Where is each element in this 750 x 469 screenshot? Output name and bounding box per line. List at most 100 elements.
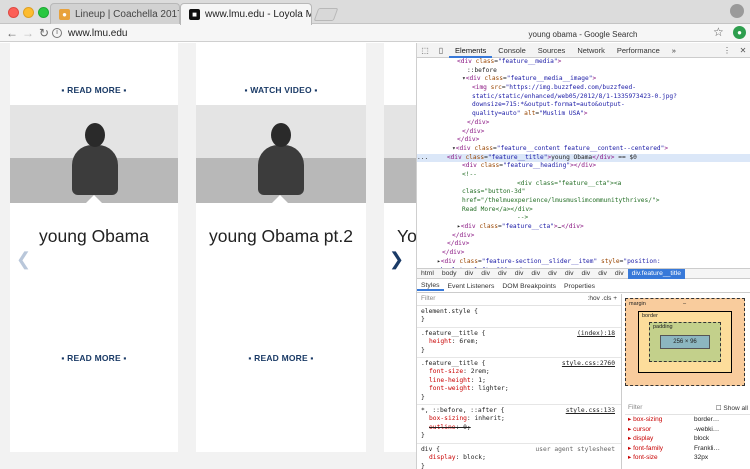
dom-node-line[interactable]: </div> bbox=[417, 249, 750, 258]
breadcrumb-item[interactable]: div bbox=[594, 270, 611, 277]
dom-node-line[interactable]: <div class="feature__heading"></div> bbox=[417, 162, 750, 171]
css-property[interactable]: font-size: 2rem; bbox=[421, 368, 617, 376]
css-rule[interactable]: element.style {} bbox=[417, 306, 621, 328]
dom-node-line[interactable]: </div> bbox=[417, 232, 750, 241]
read-more-link[interactable]: ▪ READ MORE ▪ bbox=[10, 353, 178, 363]
css-property[interactable]: height: 6rem; bbox=[421, 338, 617, 346]
computed-property-row[interactable]: ▸ display block bbox=[625, 434, 750, 444]
reload-icon[interactable]: ↻ bbox=[36, 26, 52, 40]
dom-node-line[interactable]: <img src="https://img.buzzfeed.com/buzzf… bbox=[417, 84, 750, 93]
breadcrumb-item[interactable]: div.feature__title bbox=[627, 268, 685, 279]
dom-tree[interactable]: <div class="feature__media">::before ▾<di… bbox=[417, 58, 750, 268]
new-tab-button[interactable] bbox=[313, 8, 339, 21]
tab-console[interactable]: Console bbox=[492, 43, 532, 58]
css-rule[interactable]: .feature__title {(index):18 height: 6rem;… bbox=[417, 328, 621, 359]
dom-node-line[interactable]: Read More</a></div> bbox=[417, 206, 750, 215]
site-info-icon[interactable]: i bbox=[52, 28, 62, 38]
show-all-checkbox[interactable]: ☐ Show all bbox=[716, 404, 748, 412]
dom-node-line[interactable]: downsize=715:*&output-format=auto&output… bbox=[417, 101, 750, 110]
computed-property-row[interactable]: ▸ cursor -webki… bbox=[625, 425, 750, 435]
dom-node-line[interactable]: ▾<div class="feature__content feature__c… bbox=[417, 145, 750, 154]
slider-prev-arrow-icon[interactable]: ❮ bbox=[16, 249, 31, 270]
dom-node-line[interactable]: href="/thelmuexperience/lmusmuslimcommun… bbox=[417, 197, 750, 206]
zoom-window-button[interactable] bbox=[38, 7, 49, 18]
breadcrumb-item[interactable]: div bbox=[494, 270, 511, 277]
box-model-margin: margin – border padding 256 × 96 bbox=[625, 298, 745, 386]
tab-properties[interactable]: Properties bbox=[560, 283, 599, 290]
devtools-tab-bar: ⬚ ▯ Elements Console Sources Network Per… bbox=[417, 43, 750, 58]
css-property[interactable]: font-weight: lighter; bbox=[421, 385, 617, 393]
computed-styles: Filter ☐ Show all ▸ box-sizing border… ▸ c… bbox=[625, 401, 750, 469]
dom-node-line[interactable]: --> bbox=[417, 214, 750, 223]
computed-filter-input[interactable]: Filter bbox=[628, 404, 642, 411]
more-options-icon[interactable]: ⋮ bbox=[719, 46, 735, 55]
dom-node-line[interactable]: ::before bbox=[417, 67, 750, 76]
dom-node-line[interactable]: </div> bbox=[417, 128, 750, 137]
rule-source-link[interactable]: style.css:133 bbox=[566, 407, 615, 415]
computed-property-row[interactable]: ▸ font-size 32px bbox=[625, 453, 750, 463]
breadcrumb-item[interactable]: html bbox=[417, 270, 438, 277]
dom-node-line[interactable]: ▸<div class="feature__cta">…</div> bbox=[417, 223, 750, 232]
tab-elements[interactable]: Elements bbox=[449, 43, 493, 58]
computed-property-row[interactable]: ▸ font-family Frankli… bbox=[625, 444, 750, 454]
watch-video-link[interactable]: ▪ WATCH VIDEO ▪ bbox=[196, 85, 366, 95]
breadcrumb-item[interactable]: div bbox=[477, 270, 494, 277]
dom-node-line[interactable]: <div class="feature__cta"><a bbox=[417, 180, 750, 189]
dom-node-line[interactable]: quality=auto" alt="Muslim USA"> bbox=[417, 110, 750, 119]
more-tabs-icon[interactable]: » bbox=[666, 43, 682, 58]
dom-node-line[interactable]: ▸<div class="feature-section__slider__it… bbox=[417, 258, 750, 267]
breadcrumb-item[interactable]: div bbox=[544, 270, 561, 277]
devtools-panel: ⬚ ▯ Elements Console Sources Network Per… bbox=[416, 43, 750, 469]
breadcrumb-item[interactable]: div bbox=[578, 270, 595, 277]
css-property[interactable]: display: block; bbox=[421, 454, 617, 462]
dom-node-line[interactable]: ... <div class="feature__title">young Ob… bbox=[417, 153, 750, 163]
rule-source-link[interactable]: (index):18 bbox=[577, 330, 615, 338]
breadcrumb-item[interactable]: div bbox=[527, 270, 544, 277]
breadcrumb-item[interactable]: div bbox=[511, 270, 528, 277]
forward-arrow-icon[interactable]: → bbox=[20, 26, 36, 40]
breadcrumb-item[interactable]: div bbox=[461, 270, 478, 277]
device-toolbar-icon[interactable]: ▯ bbox=[433, 46, 449, 55]
css-property[interactable]: line-height: 1; bbox=[421, 377, 617, 385]
breadcrumb-item[interactable]: body bbox=[438, 270, 461, 277]
css-rule[interactable]: *, ::before, ::after {style.css:133 box-s… bbox=[417, 405, 621, 444]
css-property[interactable]: box-sizing: inherit; bbox=[421, 415, 617, 423]
browser-tab-coachella[interactable]: ● Lineup | Coachella 2017 ✕ bbox=[50, 3, 180, 24]
css-rule[interactable]: div {user agent stylesheet display: block… bbox=[417, 444, 621, 469]
rule-source-link[interactable]: style.css:2760 bbox=[562, 360, 615, 368]
rule-source-link[interactable]: user agent stylesheet bbox=[535, 446, 615, 454]
back-arrow-icon[interactable]: ← bbox=[4, 26, 20, 40]
tab-network[interactable]: Network bbox=[571, 43, 611, 58]
tab-sources[interactable]: Sources bbox=[532, 43, 572, 58]
dom-node-line[interactable]: ▾<div class="feature__media__image"> bbox=[417, 75, 750, 84]
css-property[interactable]: outline: 0; bbox=[421, 424, 617, 432]
browser-tab-lmu[interactable]: ■ www.lmu.edu - Loyola Marymo bbox=[180, 3, 312, 25]
dom-node-line[interactable]: class="button-3d" bbox=[417, 188, 750, 197]
dom-node-line[interactable]: </div> bbox=[417, 240, 750, 249]
tab-event-listeners[interactable]: Event Listeners bbox=[444, 283, 499, 290]
close-devtools-icon[interactable]: ✕ bbox=[735, 46, 750, 55]
breadcrumb-item[interactable]: div bbox=[561, 270, 578, 277]
dom-node-line[interactable]: <!-- bbox=[417, 171, 750, 180]
read-more-link[interactable]: ▪ READ MORE ▪ bbox=[10, 85, 178, 95]
read-more-link[interactable]: ▪ READ MORE ▪ bbox=[196, 353, 366, 363]
coachella-favicon-icon: ● bbox=[59, 8, 70, 20]
dom-node-line[interactable]: </div> bbox=[417, 119, 750, 128]
computed-property-row[interactable]: ▸ box-sizing border… bbox=[625, 415, 750, 425]
close-window-button[interactable] bbox=[8, 7, 19, 18]
css-rule[interactable]: .feature__title {style.css:2760 font-size… bbox=[417, 358, 621, 406]
breadcrumb-item[interactable]: div bbox=[611, 270, 628, 277]
tab-performance[interactable]: Performance bbox=[611, 43, 666, 58]
tab-styles[interactable]: Styles bbox=[417, 282, 444, 291]
dom-node-line[interactable]: </div> bbox=[417, 136, 750, 145]
tab-dom-breakpoints[interactable]: DOM Breakpoints bbox=[498, 283, 560, 290]
slider-next-arrow-icon[interactable]: ❯ bbox=[389, 249, 404, 270]
styles-filter-input[interactable]: Filter :hov .cls + bbox=[417, 294, 621, 306]
hov-cls-add-buttons[interactable]: :hov .cls + bbox=[588, 295, 617, 303]
profile-icon[interactable] bbox=[730, 4, 744, 18]
dom-node-line[interactable]: <div class="feature__media"> bbox=[417, 58, 750, 67]
box-model-border: border padding 256 × 96 bbox=[638, 311, 732, 373]
dom-node-line[interactable]: static/static/enhanced/web05/2012/8/1-13… bbox=[417, 93, 750, 102]
minimize-window-button[interactable] bbox=[23, 7, 34, 18]
inspect-element-icon[interactable]: ⬚ bbox=[417, 46, 433, 55]
